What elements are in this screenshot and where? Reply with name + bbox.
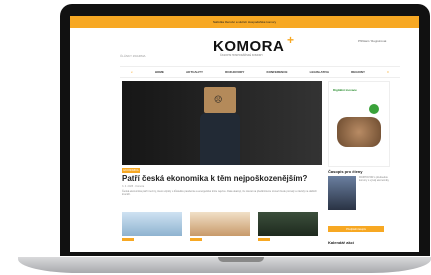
card-image bbox=[122, 212, 182, 236]
topbar-text: Nabídka členství a služeb Hospodářské ko… bbox=[212, 20, 277, 24]
nav-item-regiony[interactable]: REGIONY bbox=[351, 70, 365, 74]
sidebar-heading: Časopis pro členy bbox=[328, 169, 363, 174]
article-meta: 3. 3. 2025 · Komora bbox=[122, 185, 145, 188]
site-logo[interactable]: KOMORA + bbox=[213, 33, 294, 55]
screen: Nabídka členství a služeb Hospodářské ko… bbox=[70, 16, 419, 252]
article-excerpt: Česká ekonomika patří mezi ty, které utr… bbox=[122, 190, 317, 196]
card-image bbox=[258, 212, 318, 236]
sidebar-text: ROZHOVOR s předsedou komory o vývoji eko… bbox=[359, 176, 389, 182]
tagline: ČASOPIS HOSPODÁŘSKÉ KOMORY bbox=[220, 54, 263, 57]
card-tag bbox=[258, 238, 270, 241]
box-head: ☹ bbox=[204, 87, 236, 113]
person-body bbox=[200, 113, 240, 165]
menu-icon[interactable]: ≡ bbox=[387, 70, 389, 74]
left-meta: ČLÁNKY ZDARMA bbox=[120, 54, 146, 58]
subscribe-button[interactable]: Předplatit časopis bbox=[328, 226, 384, 232]
card-1[interactable] bbox=[122, 212, 182, 241]
calendar-heading[interactable]: Kalendář akcí bbox=[328, 240, 354, 245]
plus-icon: + bbox=[287, 33, 295, 47]
hero-image[interactable]: ☹ bbox=[122, 81, 322, 165]
card-tag bbox=[122, 238, 134, 241]
article-title[interactable]: Patří česká ekonomika k těm nejpoškozeně… bbox=[122, 174, 307, 183]
card-2[interactable] bbox=[190, 212, 250, 241]
search-icon[interactable]: ⌕ bbox=[131, 70, 133, 74]
topbar[interactable]: Nabídka členství a služeb Hospodářské ko… bbox=[70, 16, 419, 28]
ad-banner[interactable]: Digitální inovace bbox=[328, 81, 390, 167]
ad-text: Digitální inovace bbox=[333, 88, 357, 92]
laptop-base bbox=[18, 257, 431, 273]
card-image bbox=[190, 212, 250, 236]
nav-item-home[interactable]: HOME bbox=[155, 70, 164, 74]
ad-dot bbox=[369, 104, 379, 114]
card-tag bbox=[190, 238, 202, 241]
nav-item-legislativa[interactable]: LEGISLATIVA bbox=[310, 70, 329, 74]
nav-item-konference[interactable]: KONFERENCE bbox=[266, 70, 287, 74]
login-link[interactable]: Přihlásit / Registrovat bbox=[358, 39, 386, 43]
portrait-image[interactable] bbox=[328, 176, 356, 210]
nav-item-aktuality[interactable]: AKTUALITY bbox=[186, 70, 203, 74]
card-3[interactable] bbox=[258, 212, 318, 241]
nav-item-rozhovory[interactable]: ROZHOVORY bbox=[225, 70, 244, 74]
article-tag[interactable]: EKONOMIKA bbox=[122, 168, 140, 173]
sad-face-icon: ☹ bbox=[214, 95, 223, 104]
ad-hand bbox=[337, 117, 381, 147]
main-nav: ⌕ HOME AKTUALITY ROZHOVORY KONFERENCE LE… bbox=[120, 66, 400, 78]
laptop-notch bbox=[218, 257, 264, 262]
